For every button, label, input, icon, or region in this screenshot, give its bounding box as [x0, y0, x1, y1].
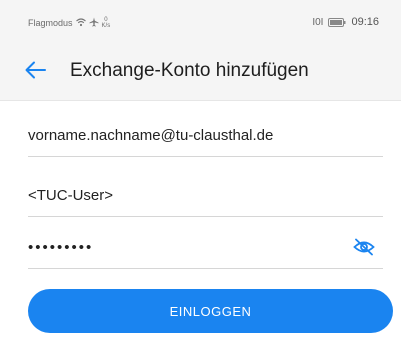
- arrow-left-icon: [25, 61, 46, 79]
- page-title: Exchange-Konto hinzufügen: [70, 60, 309, 81]
- status-bar: Flagmodus 0 K/s I0I 09:16: [0, 0, 401, 40]
- status-time: 09:16: [351, 16, 379, 28]
- password-field-container: [28, 228, 383, 269]
- password-field[interactable]: [28, 228, 338, 266]
- email-field-container: [28, 116, 383, 157]
- username-field[interactable]: [28, 176, 338, 214]
- eye-off-icon: [353, 238, 375, 256]
- back-button[interactable]: [22, 58, 48, 82]
- battery-icon: [328, 17, 346, 27]
- network-rate-unit: K/s: [101, 23, 111, 29]
- app-bar: Exchange-Konto hinzufügen: [0, 40, 401, 101]
- carrier-label: Flagmodus: [28, 18, 73, 28]
- status-right: I0I 09:16: [312, 16, 379, 28]
- email-field[interactable]: [28, 116, 338, 154]
- screen: Flagmodus 0 K/s I0I 09:16 Exchange-Konto…: [0, 0, 401, 338]
- login-button[interactable]: EINLOGGEN: [28, 289, 393, 333]
- wifi-icon: [75, 17, 86, 29]
- password-visibility-toggle[interactable]: [353, 237, 375, 257]
- airplane-icon: [89, 17, 99, 29]
- status-left: Flagmodus 0 K/s: [28, 17, 110, 29]
- username-field-container: [28, 176, 383, 217]
- network-rate: 0 K/s: [102, 17, 111, 29]
- vibrate-icon: I0I: [312, 16, 324, 28]
